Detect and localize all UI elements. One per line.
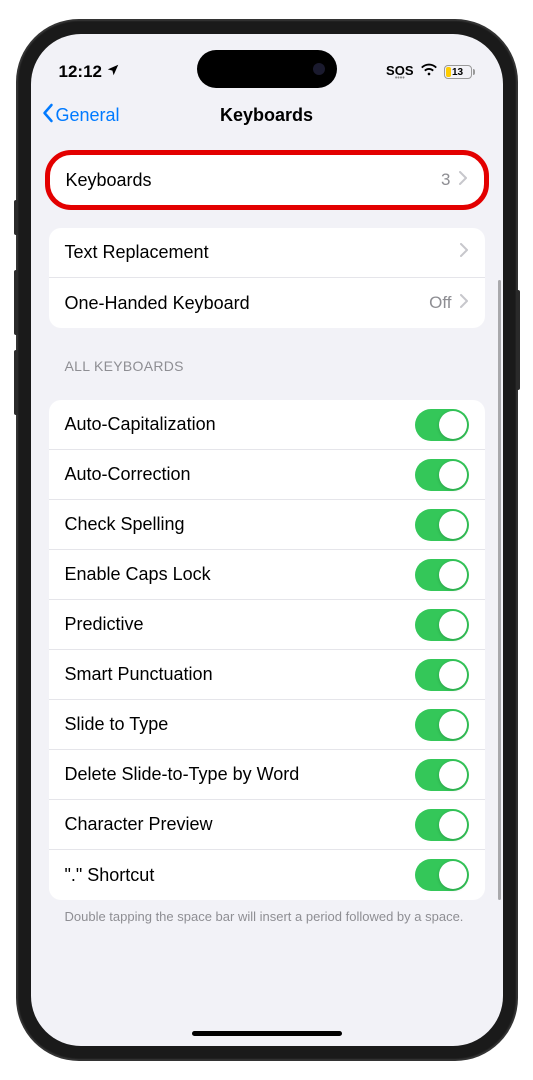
chevron-right-icon [460,294,469,313]
section-footer: Double tapping the space bar will insert… [31,900,503,934]
auto-capitalization-toggle[interactable] [415,409,469,441]
row-right: 3 [441,170,467,190]
phone-frame: 12:12 SOS •••• 13 [17,20,517,1060]
period-shortcut-row: "." Shortcut [49,850,485,900]
smart-punctuation-toggle[interactable] [415,659,469,691]
row-value: 3 [441,170,450,190]
check-spelling-toggle[interactable] [415,509,469,541]
auto-correction-row: Auto-Correction [49,450,485,500]
check-spelling-row: Check Spelling [49,500,485,550]
chevron-right-icon [460,243,469,262]
slide-to-type-toggle[interactable] [415,709,469,741]
back-label: General [56,105,120,126]
row-label: Smart Punctuation [65,664,213,685]
page-title: Keyboards [220,105,313,126]
period-shortcut-toggle[interactable] [415,859,469,891]
row-label: Delete Slide-to-Type by Word [65,764,300,785]
camera-dot [313,63,325,75]
all-keyboards-group: Auto-Capitalization Auto-Correction Chec… [49,400,485,900]
dynamic-island [197,50,337,88]
row-label: Check Spelling [65,514,185,535]
row-right: Off [429,293,468,313]
sos-indicator: SOS •••• [386,64,413,81]
status-left: 12:12 [59,62,120,82]
one-handed-row[interactable]: One-Handed Keyboard Off [49,278,485,328]
row-value: Off [429,293,451,313]
row-right [460,243,469,262]
text-options-group: Text Replacement One-Handed Keyboard Off [49,228,485,328]
screen: 12:12 SOS •••• 13 [31,34,503,1046]
status-time: 12:12 [59,62,102,82]
chevron-left-icon [41,103,54,128]
row-label: Auto-Correction [65,464,191,485]
section-header: ALL KEYBOARDS [31,328,503,382]
nav-bar: General Keyboards [31,90,503,140]
enable-caps-lock-row: Enable Caps Lock [49,550,485,600]
volume-up-button [14,270,18,335]
slide-to-type-row: Slide to Type [49,700,485,750]
row-label: Auto-Capitalization [65,414,216,435]
scroll-indicator[interactable] [498,280,501,900]
row-label: "." Shortcut [65,865,155,886]
power-button [516,290,520,390]
volume-down-button [14,350,18,415]
auto-capitalization-row: Auto-Capitalization [49,400,485,450]
location-icon [106,62,120,82]
text-replacement-row[interactable]: Text Replacement [49,228,485,278]
silent-switch [14,200,18,235]
chevron-right-icon [459,171,468,190]
delete-slide-to-type-toggle[interactable] [415,759,469,791]
character-preview-row: Character Preview [49,800,485,850]
row-label: One-Handed Keyboard [65,293,250,314]
keyboards-row[interactable]: Keyboards 3 [50,155,484,205]
keyboards-group: Keyboards 3 [45,150,489,210]
content: Keyboards 3 Text Replacement [31,150,503,934]
home-indicator[interactable] [192,1031,342,1036]
auto-correction-toggle[interactable] [415,459,469,491]
row-label: Character Preview [65,814,213,835]
back-button[interactable]: General [41,103,120,128]
wifi-icon [420,62,438,82]
row-label: Keyboards [66,170,152,191]
smart-punctuation-row: Smart Punctuation [49,650,485,700]
battery-indicator: 13 [444,65,475,79]
enable-caps-lock-toggle[interactable] [415,559,469,591]
row-label: Slide to Type [65,714,169,735]
row-label: Text Replacement [65,242,209,263]
row-label: Predictive [65,614,144,635]
predictive-row: Predictive [49,600,485,650]
delete-slide-to-type-row: Delete Slide-to-Type by Word [49,750,485,800]
status-right: SOS •••• 13 [386,62,474,82]
row-label: Enable Caps Lock [65,564,211,585]
predictive-toggle[interactable] [415,609,469,641]
character-preview-toggle[interactable] [415,809,469,841]
